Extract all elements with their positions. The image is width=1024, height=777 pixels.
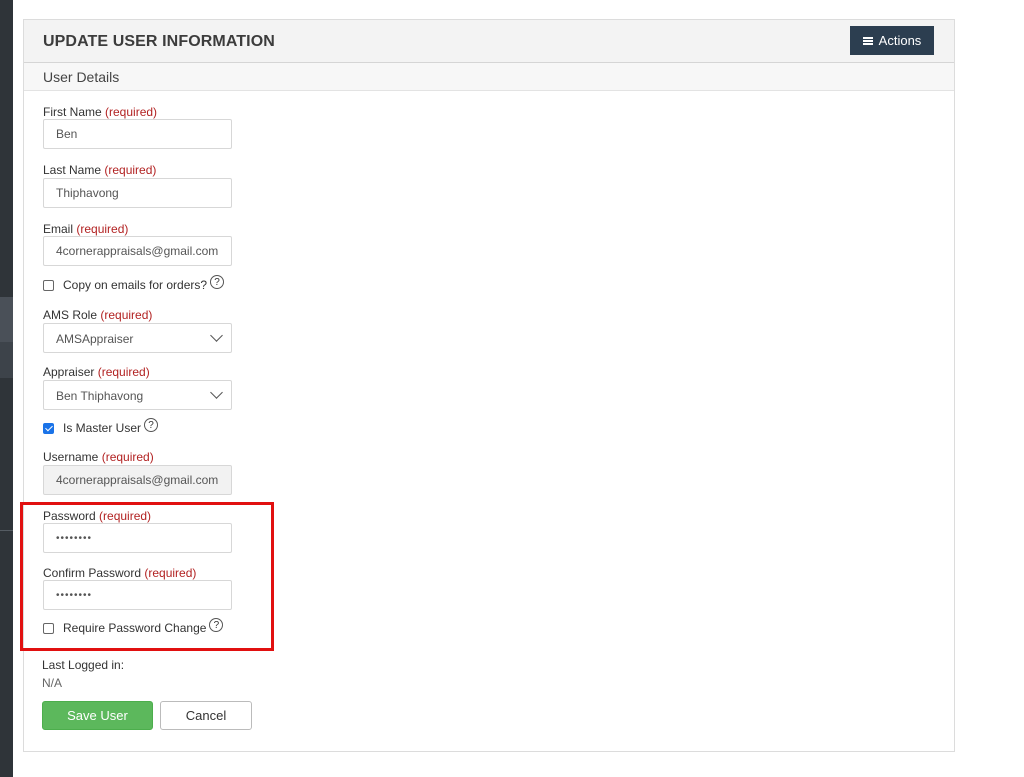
actions-label: Actions <box>878 33 922 48</box>
panel-header: UPDATE USER INFORMATION Actions <box>24 20 954 63</box>
ams-role-label: AMS Role (required) <box>43 308 153 322</box>
master-user-checkbox[interactable] <box>43 422 54 434</box>
last-logged-value: N/A <box>42 676 63 690</box>
required-marker: (required) <box>101 450 154 464</box>
master-user-row: Is Master User ? <box>43 418 159 435</box>
email-label: Email (required) <box>43 222 129 236</box>
chevron-down-icon <box>210 386 223 399</box>
required-marker: (required) <box>97 365 150 379</box>
required-marker: (required) <box>100 308 153 322</box>
first-name-label: First Name (required) <box>43 105 158 119</box>
menu-icon <box>862 36 873 45</box>
ams-role-value: AMSAppraiser <box>56 332 134 346</box>
sidebar-active-item[interactable] <box>0 297 13 342</box>
last-logged-label: Last Logged in: <box>42 658 125 672</box>
copy-emails-label: Copy on emails for orders? <box>63 278 208 292</box>
chevron-down-icon <box>210 329 223 342</box>
required-marker: (required) <box>76 222 129 236</box>
save-user-button[interactable]: Save User <box>42 701 153 730</box>
required-marker: (required) <box>105 105 158 119</box>
appraiser-value: Ben Thiphavong <box>56 389 144 403</box>
section-title: User Details <box>43 69 120 85</box>
username-label: Username (required) <box>43 450 154 464</box>
password-highlight-box <box>20 502 274 651</box>
last-name-input[interactable] <box>43 178 232 208</box>
help-icon[interactable]: ? <box>210 275 225 289</box>
username-input[interactable] <box>43 465 232 495</box>
master-user-label: Is Master User <box>63 421 142 435</box>
copy-emails-checkbox[interactable] <box>43 279 54 291</box>
sidebar-divider <box>0 530 13 531</box>
ams-role-select[interactable]: AMSAppraiser <box>43 323 232 353</box>
page-title: UPDATE USER INFORMATION <box>43 33 275 50</box>
first-name-input[interactable] <box>43 119 232 149</box>
cancel-button[interactable]: Cancel <box>160 701 252 730</box>
appraiser-select[interactable]: Ben Thiphavong <box>43 380 232 410</box>
last-name-label: Last Name (required) <box>43 163 157 177</box>
section-header: User Details <box>24 63 954 91</box>
email-input[interactable] <box>43 236 232 266</box>
help-icon[interactable]: ? <box>144 418 159 432</box>
sidebar-edge <box>0 0 13 777</box>
sidebar-item[interactable] <box>0 342 13 378</box>
appraiser-label: Appraiser (required) <box>43 365 150 379</box>
actions-button[interactable]: Actions <box>850 26 934 55</box>
required-marker: (required) <box>104 163 157 177</box>
copy-emails-row: Copy on emails for orders? ? <box>43 275 225 292</box>
